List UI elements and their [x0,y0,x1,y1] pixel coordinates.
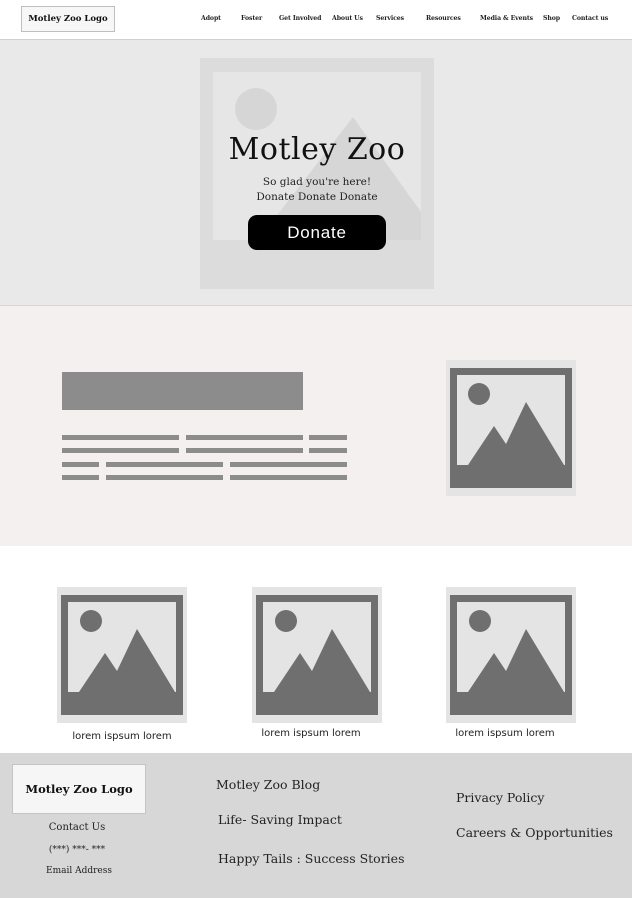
text-line-placeholder [230,462,347,467]
card-image-placeholder [446,587,576,723]
footer-link-happy-tails[interactable]: Happy Tails : Success Stories [218,851,405,866]
text-line-placeholder [186,435,303,440]
text-line-placeholder [62,448,179,453]
text-line-placeholder [186,448,303,453]
contact-email[interactable]: Email Address [14,866,144,876]
footer-link-privacy[interactable]: Privacy Policy [456,790,544,805]
site-header: Motley Zoo Logo Adopt Foster Get Involve… [0,0,632,40]
donate-button[interactable]: Donate [248,215,386,250]
card-caption: lorem ispsum lorem [261,728,361,739]
nav-media-events[interactable]: Media & Events [480,15,533,22]
card-caption: lorem ispsum lorem [72,731,172,742]
hero-subtitle-line2: Donate Donate Donate [256,191,378,203]
footer-link-careers[interactable]: Careers & Opportunities [456,825,613,840]
nav-foster[interactable]: Foster [241,15,262,22]
text-line-placeholder [309,448,347,453]
header-logo[interactable]: Motley Zoo Logo [21,6,115,32]
nav-resources[interactable]: Resources [426,15,461,22]
footer-link-blog[interactable]: Motley Zoo Blog [216,777,320,792]
footer-link-impact[interactable]: Life- Saving Impact [218,812,342,827]
text-line-placeholder [62,475,99,480]
text-line-placeholder [230,475,347,480]
image-icon [450,595,572,715]
nav-about-us[interactable]: About Us [332,15,363,22]
text-line-placeholder [309,435,347,440]
nav-contact-us[interactable]: Contact us [572,15,608,22]
nav-adopt[interactable]: Adopt [201,15,221,22]
footer-logo[interactable]: Motley Zoo Logo [12,764,146,814]
card-image-placeholder [252,587,382,723]
text-line-placeholder [62,435,179,440]
text-line-placeholder [106,462,223,467]
nav-get-involved[interactable]: Get Involved [279,15,321,22]
hero-subtitle-line1: So glad you're here! [262,176,372,188]
card-caption: lorem ispsum lorem [455,728,555,739]
nav-shop[interactable]: Shop [543,15,560,22]
text-line-placeholder [62,462,99,467]
contact-heading: Contact Us [48,822,106,833]
heading-placeholder [62,372,303,410]
hero-title: Motley Zoo [228,132,406,167]
nav-services[interactable]: Services [376,15,404,22]
image-icon [256,595,378,715]
text-line-placeholder [106,475,223,480]
contact-phone: (***) ***- *** [48,845,106,855]
image-icon [61,595,183,715]
image-icon [450,368,572,488]
card-image-placeholder [57,587,187,723]
image-placeholder [446,360,576,496]
